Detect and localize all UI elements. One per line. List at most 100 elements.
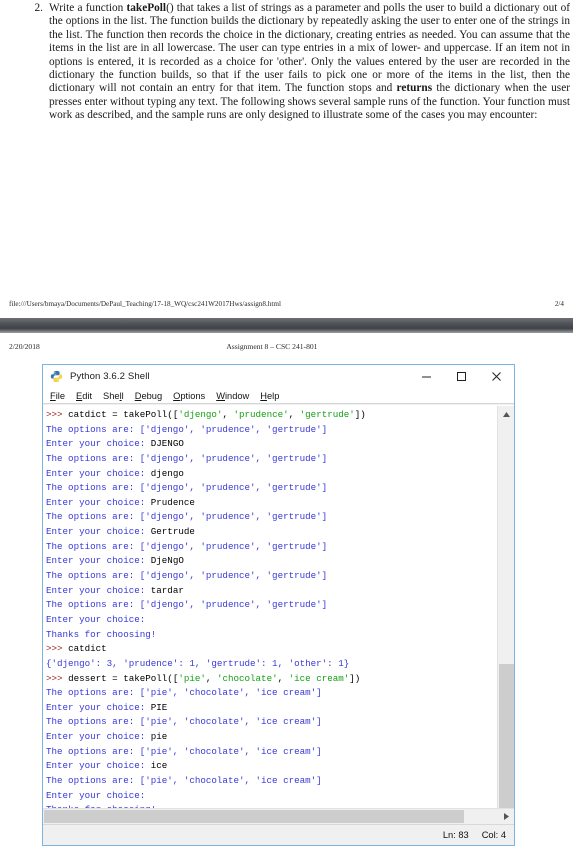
menu-bar: File Edit Shell Debug Options Window Help [43, 388, 514, 404]
assignment-text-block: 2. Write a function takePoll() that take… [33, 2, 570, 123]
shell-token-out: The options are: ['djengo', 'prudence', … [46, 540, 328, 552]
shell-token-prompt: >>> [46, 672, 69, 684]
shell-token-plain: ]) [349, 672, 361, 684]
shell-line: The options are: ['pie', 'chocolate', 'i… [46, 715, 497, 730]
shell-line: The options are: ['pie', 'chocolate', 'i… [46, 745, 497, 760]
footer-page-number: 2/4 [554, 300, 564, 308]
shell-line: The options are: ['pie', 'chocolate', 'i… [46, 774, 497, 789]
shell-token-out: Enter your choice: [46, 760, 151, 772]
text-run: Write a function [49, 2, 127, 14]
shell-line: The options are: ['djengo', 'prudence', … [46, 540, 497, 555]
assignment-item-2: 2. Write a function takePoll() that take… [33, 2, 570, 123]
horizontal-scrollbar[interactable] [43, 808, 514, 824]
shell-token-plain: , [288, 409, 300, 420]
shell-token-plain: ]) [354, 409, 366, 420]
menu-accel-key: W [216, 390, 225, 401]
menu-item-edit[interactable]: Edit [76, 391, 92, 401]
shell-token-str: 'chocolate' [216, 672, 278, 684]
screenshot-page: 2. Write a function takePoll() that take… [0, 0, 573, 853]
header-date: 2/20/2018 [9, 342, 40, 351]
shell-token-str: 'djengo' [178, 409, 223, 420]
shell-token-plain: catdict [68, 643, 107, 655]
shell-token-out: Enter your choice: [46, 701, 151, 713]
shell-line: Enter your choice: [46, 613, 497, 628]
shell-token-out: Enter your choice: [46, 613, 146, 625]
menu-item-window[interactable]: Window [216, 391, 249, 401]
menu-accel-key: H [260, 390, 267, 401]
shell-token-plain: DJENGO [150, 438, 184, 450]
status-col: Col: 4 [481, 830, 506, 840]
shell-token-plain: pie [150, 731, 168, 743]
menu-item-shell[interactable]: Shell [103, 391, 124, 401]
shell-line: Enter your choice: DJENGO [46, 437, 497, 452]
page-footer: file:///Users/bmaya/Documents/DePaul_Tea… [0, 300, 573, 308]
menu-item-debug[interactable]: Debug [135, 391, 162, 401]
window-title: Python 3.6.2 Shell [70, 371, 150, 382]
shell-token-out: Enter your choice: [46, 467, 151, 479]
vertical-scroll-thumb[interactable] [499, 664, 514, 832]
header-title: Assignment 8 – CSC 241-801 [226, 342, 318, 351]
minimize-button[interactable] [409, 365, 444, 388]
shell-token-str: 'pie' [178, 672, 206, 684]
shell-line: {'djengo': 3, 'prudence': 1, 'gertrude':… [46, 657, 497, 672]
bold-term: takePoll [126, 2, 167, 14]
shell-token-out: Enter your choice: [46, 584, 151, 596]
shell-token-out: The options are: ['pie', 'chocolate', 'i… [46, 716, 322, 728]
shell-line: Enter your choice: DjeNgO [46, 554, 497, 569]
shell-text-area[interactable]: >>> catdict = takePoll(['djengo', 'prude… [43, 405, 515, 832]
menu-item-help[interactable]: Help [260, 391, 279, 401]
shell-token-plain: dessert = takePoll([ [68, 672, 179, 684]
shell-token-out: Enter your choice: [46, 555, 151, 567]
scroll-right-icon[interactable] [498, 809, 514, 824]
menu-accel-key: l [119, 390, 122, 401]
shell-line: >>> dessert = takePoll(['pie', 'chocolat… [46, 672, 497, 687]
shell-token-plain: ice [150, 760, 168, 772]
shell-token-out: {'djengo': 3, 'prudence': 1, 'gertrude':… [46, 657, 350, 669]
scroll-up-icon[interactable] [498, 406, 515, 423]
menu-item-file[interactable]: File [50, 391, 65, 401]
shell-line: The options are: ['djengo', 'prudence', … [46, 481, 497, 496]
shell-token-plain: tardar [150, 584, 184, 596]
vertical-scrollbar[interactable] [497, 406, 515, 832]
shell-token-plain: djengo [150, 467, 184, 479]
shell-line: The options are: ['djengo', 'prudence', … [46, 510, 497, 525]
status-bar: Ln: 83 Col: 4 [43, 824, 514, 845]
close-button[interactable] [479, 365, 514, 388]
shell-line: Enter your choice: PIE [46, 701, 497, 716]
shell-token-out: Enter your choice: [46, 731, 151, 743]
menu-accel-key: E [76, 390, 83, 401]
shell-token-str: 'ice cream' [288, 672, 350, 684]
shell-line: The options are: ['djengo', 'prudence', … [46, 598, 497, 613]
maximize-button[interactable] [444, 365, 479, 388]
shell-line: Enter your choice: pie [46, 730, 497, 745]
text-run: () that takes a list of strings as a par… [49, 2, 570, 95]
shell-token-out: Enter your choice: [46, 789, 146, 801]
shell-line: >>> catdict [46, 642, 497, 657]
menu-accel-key: D [134, 390, 142, 401]
shell-token-out: The options are: ['djengo', 'prudence', … [46, 482, 328, 494]
python-shell-window: Python 3.6.2 Shell File Edit Shell Debug Opt… [42, 364, 515, 846]
shell-token-plain: Prudence [150, 496, 195, 508]
shell-token-out: Enter your choice: [46, 438, 151, 450]
python-logo-icon [50, 370, 63, 383]
shell-output[interactable]: >>> catdict = takePoll(['djengo', 'prude… [43, 406, 497, 825]
menu-item-options[interactable]: Options [173, 391, 205, 401]
shell-token-plain: Gertrude [150, 526, 195, 538]
shell-line: >>> catdict = takePoll(['djengo', 'prude… [46, 408, 497, 423]
shell-line: Enter your choice: Prudence [46, 496, 497, 511]
menu-accel-key: O [173, 390, 181, 401]
page-header: 2/20/2018 Assignment 8 – CSC 241-801 [0, 342, 573, 351]
horizontal-scroll-thumb[interactable] [44, 810, 464, 823]
shell-token-plain: DjeNgO [150, 555, 184, 567]
window-titlebar[interactable]: Python 3.6.2 Shell [43, 365, 514, 388]
shell-line: Enter your choice: tardar [46, 584, 497, 599]
window-controls [409, 365, 514, 388]
shell-token-out: The options are: ['djengo', 'prudence', … [46, 570, 328, 582]
shell-token-out: The options are: ['pie', 'chocolate', 'i… [46, 687, 322, 699]
menu-accel-key: F [50, 390, 56, 401]
shell-line: Enter your choice: djengo [46, 467, 497, 482]
shell-token-prompt: >>> [46, 409, 69, 420]
shell-token-out: The options are: ['djengo', 'prudence', … [46, 423, 328, 435]
bold-term: returns [396, 82, 433, 95]
shell-token-out: The options are: ['djengo', 'prudence', … [46, 599, 328, 611]
